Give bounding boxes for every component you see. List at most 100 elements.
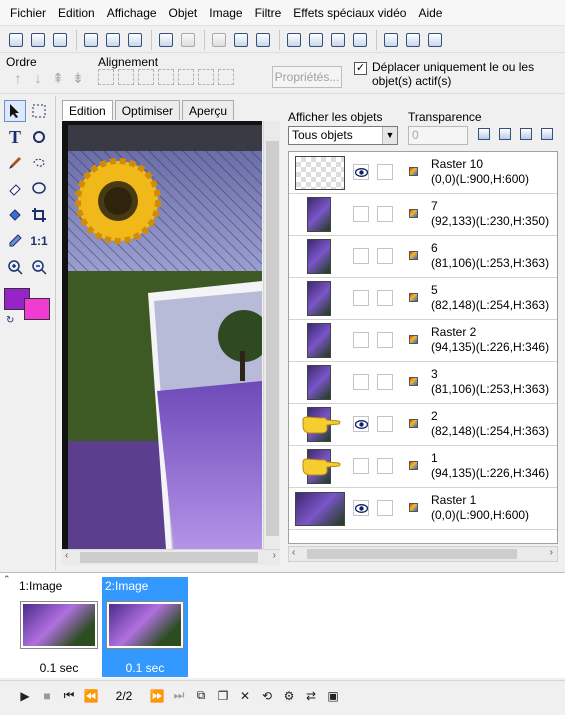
flip-icon[interactable] xyxy=(350,30,370,50)
save-icon[interactable] xyxy=(50,30,70,50)
redo-icon[interactable] xyxy=(178,30,198,50)
fill-bucket-icon[interactable] xyxy=(4,204,26,226)
align-middle-icon[interactable] xyxy=(178,69,194,85)
visibility-toggle[interactable] xyxy=(353,332,369,348)
canvas-vertical-scrollbar[interactable] xyxy=(263,121,280,549)
layer-lock-toggle[interactable] xyxy=(377,248,393,264)
visibility-toggle[interactable] xyxy=(353,248,369,264)
scroll-right-icon[interactable]: › xyxy=(273,550,276,561)
rotate-icon[interactable] xyxy=(328,30,348,50)
frame-2[interactable]: 2:Image 0.1 sec xyxy=(102,577,188,677)
insert-frame-icon[interactable]: ⧉ xyxy=(190,688,212,703)
eyedropper-icon[interactable] xyxy=(4,230,26,252)
resize-icon[interactable] xyxy=(306,30,326,50)
open-icon[interactable] xyxy=(28,30,48,50)
previous-frame-icon[interactable]: ⏪ xyxy=(80,689,102,703)
align-bottom-icon[interactable] xyxy=(198,69,214,85)
background-color-swatch[interactable] xyxy=(24,298,50,320)
visibility-toggle[interactable] xyxy=(353,374,369,390)
layer-lock-toggle[interactable] xyxy=(377,374,393,390)
eraser-icon[interactable] xyxy=(4,178,26,200)
layer-row[interactable]: 2 (82,148)(L:254,H:363) xyxy=(289,404,557,446)
one-to-one-icon[interactable]: 1:1 xyxy=(28,230,50,252)
scroll-right-icon[interactable]: › xyxy=(550,547,553,558)
visibility-toggle[interactable] xyxy=(353,290,369,306)
transparency-spinner[interactable]: 0 xyxy=(408,126,468,145)
rotate-tool-icon[interactable] xyxy=(28,126,50,148)
undo-icon[interactable] xyxy=(156,30,176,50)
scroll-left-icon[interactable]: ‹ xyxy=(65,550,68,561)
layer-lock-toggle[interactable] xyxy=(377,416,393,432)
frame-1[interactable]: 1:Image 0.1 sec xyxy=(16,577,102,677)
layer-lock-toggle[interactable] xyxy=(377,458,393,474)
last-frame-icon[interactable]: ⏭ xyxy=(168,688,190,703)
copy-icon[interactable] xyxy=(231,30,251,50)
canvas-horizontal-scrollbar[interactable]: ‹ › xyxy=(62,549,280,565)
layer-row[interactable]: 3 (81,106)(L:253,H:363) xyxy=(289,362,557,404)
align-right-icon[interactable] xyxy=(138,69,154,85)
layer-lock-toggle[interactable] xyxy=(377,290,393,306)
arrow-bottom-icon[interactable]: ⇟ xyxy=(68,70,88,87)
delete-frame-icon[interactable]: ✕ xyxy=(234,689,256,703)
new-layer-icon[interactable] xyxy=(476,126,492,142)
layer-row[interactable]: 1 (94,135)(L:226,H:346) xyxy=(289,446,557,488)
import-icon[interactable] xyxy=(81,30,101,50)
menu-item[interactable]: Aide xyxy=(412,6,448,20)
frame-properties-icon[interactable]: ⟲ xyxy=(256,689,278,703)
swap-colors-icon[interactable]: ↻ xyxy=(6,315,14,326)
horizontal-scroll-thumb[interactable] xyxy=(80,552,258,563)
new-icon[interactable] xyxy=(6,30,26,50)
duplicate-frame-icon[interactable]: ❐ xyxy=(212,689,234,703)
stop-icon[interactable]: ■ xyxy=(36,689,58,703)
tab-2[interactable]: Aperçu xyxy=(182,100,235,120)
layers-horizontal-scrollbar[interactable]: ‹ › xyxy=(288,546,558,562)
optimize-icon[interactable]: ▣ xyxy=(322,689,344,703)
menu-item[interactable]: Affichage xyxy=(101,6,163,20)
arrow-down-icon[interactable]: ↓ xyxy=(28,70,48,87)
eye-icon[interactable] xyxy=(353,164,369,180)
layer-lock-toggle[interactable] xyxy=(377,164,393,180)
lasso-icon[interactable] xyxy=(28,152,50,174)
menu-item[interactable]: Effets spéciaux vidéo xyxy=(287,6,412,20)
distribute-icon[interactable] xyxy=(218,69,234,85)
layer-row[interactable]: 6 (81,106)(L:253,H:363) xyxy=(289,236,557,278)
layer-properties-icon[interactable] xyxy=(539,126,555,142)
menu-item[interactable]: Image xyxy=(203,6,248,20)
zoom-out-icon[interactable] xyxy=(28,256,50,278)
duplicate-layer-icon[interactable] xyxy=(497,126,513,142)
preview-icon[interactable] xyxy=(125,30,145,50)
chevron-down-icon[interactable]: ▼ xyxy=(382,127,397,144)
tab-0[interactable]: Edition xyxy=(62,100,113,120)
move-active-only-checkbox[interactable]: ✓ xyxy=(354,62,367,75)
zoom-lens-icon[interactable] xyxy=(28,178,50,200)
layer-lock-toggle[interactable] xyxy=(377,206,393,222)
menu-item[interactable]: Objet xyxy=(163,6,204,20)
select-rect-icon[interactable] xyxy=(28,100,50,122)
brush-icon[interactable] xyxy=(4,152,26,174)
crop-icon[interactable] xyxy=(284,30,304,50)
layer-row[interactable]: Raster 1 (0,0)(L:900,H:600) xyxy=(289,488,557,530)
frames-panel-collapse-icon[interactable]: ⌃ xyxy=(3,574,11,585)
layer-row[interactable]: Raster 10 (0,0)(L:900,H:600) xyxy=(289,152,557,194)
eye-icon[interactable] xyxy=(353,416,369,432)
properties-button[interactable]: Propriétés... xyxy=(272,66,342,88)
settings-icon[interactable] xyxy=(403,30,423,50)
next-frame-icon[interactable]: ⏩ xyxy=(146,689,168,703)
text-icon[interactable]: T xyxy=(4,126,26,148)
tween-icon[interactable]: ⇄ xyxy=(300,689,322,703)
frame-delay[interactable]: 0.1 sec xyxy=(16,661,102,675)
layers-scroll-thumb[interactable] xyxy=(307,549,517,559)
image-canvas[interactable] xyxy=(62,121,262,549)
visibility-toggle[interactable] xyxy=(353,458,369,474)
cut-icon[interactable] xyxy=(209,30,229,50)
first-frame-icon[interactable]: ⏮ xyxy=(58,688,80,703)
select-arrow-icon[interactable] xyxy=(4,100,26,122)
layer-row[interactable]: 7 (92,133)(L:230,H:350) xyxy=(289,194,557,236)
layer-row[interactable]: 5 (82,148)(L:254,H:363) xyxy=(289,278,557,320)
vertical-scroll-thumb[interactable] xyxy=(266,141,279,536)
paste-icon[interactable] xyxy=(253,30,273,50)
menu-item[interactable]: Edition xyxy=(52,6,101,20)
show-objects-select[interactable]: Tous objets ▼ xyxy=(288,126,398,145)
delete-layer-icon[interactable] xyxy=(518,126,534,142)
layer-lock-toggle[interactable] xyxy=(377,500,393,516)
